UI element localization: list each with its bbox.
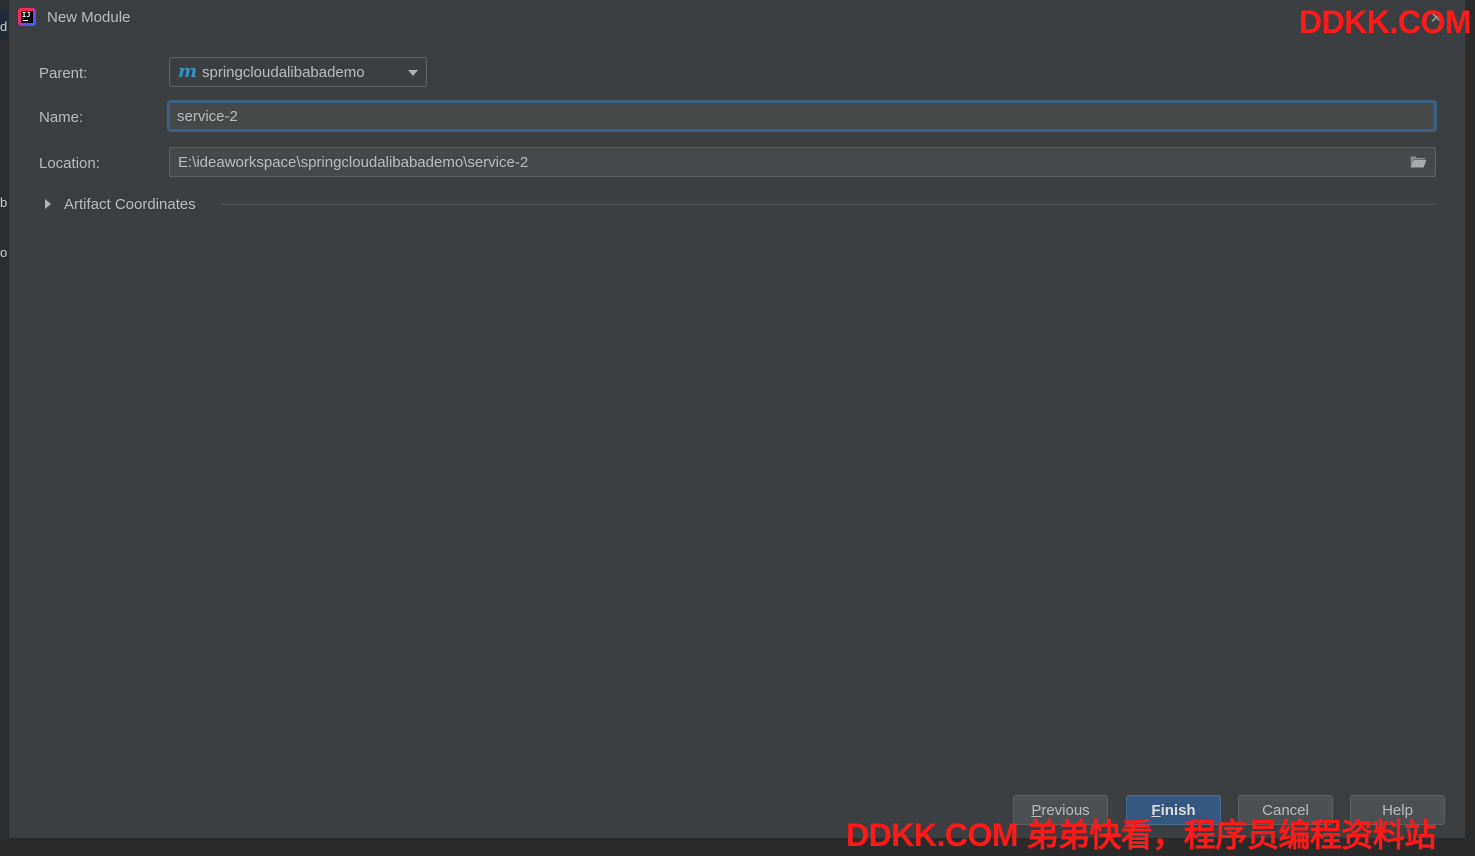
watermark-top: DDKK.COM: [1299, 4, 1471, 40]
maven-m-icon: m: [178, 61, 198, 82]
background-edge-letter: b: [0, 195, 8, 210]
location-label: Location:: [39, 155, 100, 172]
parent-select[interactable]: m springcloudalibabademo: [169, 57, 427, 87]
new-module-dialog: IJ New Module ✕ Parent: m springcloudali…: [9, 0, 1465, 838]
background-right-edge: [1465, 0, 1475, 847]
artifact-separator: [221, 204, 1436, 205]
artifact-coordinates-toggle[interactable]: Artifact Coordinates: [45, 194, 196, 214]
dialog-titlebar[interactable]: IJ New Module ✕: [9, 0, 1465, 36]
background-edge-letter: d: [0, 19, 8, 34]
intellij-idea-icon: IJ: [18, 8, 36, 26]
location-value: E:\ideaworkspace\springcloudalibabademo\…: [178, 154, 529, 171]
chevron-down-icon[interactable]: [408, 70, 418, 76]
parent-select-value: springcloudalibabademo: [202, 64, 365, 81]
dialog-title: New Module: [47, 9, 131, 26]
expand-triangle-icon: [45, 199, 51, 209]
name-label: Name:: [39, 109, 84, 126]
watermark-bottom: DDKK.COM 弟弟快看，程序员编程资料站: [846, 817, 1436, 853]
artifact-coordinates-label: Artifact Coordinates: [64, 195, 196, 213]
parent-label: Parent:: [39, 65, 88, 82]
name-input[interactable]: [167, 100, 1437, 132]
location-field[interactable]: E:\ideaworkspace\springcloudalibabademo\…: [169, 147, 1436, 177]
folder-icon[interactable]: [1410, 155, 1427, 168]
